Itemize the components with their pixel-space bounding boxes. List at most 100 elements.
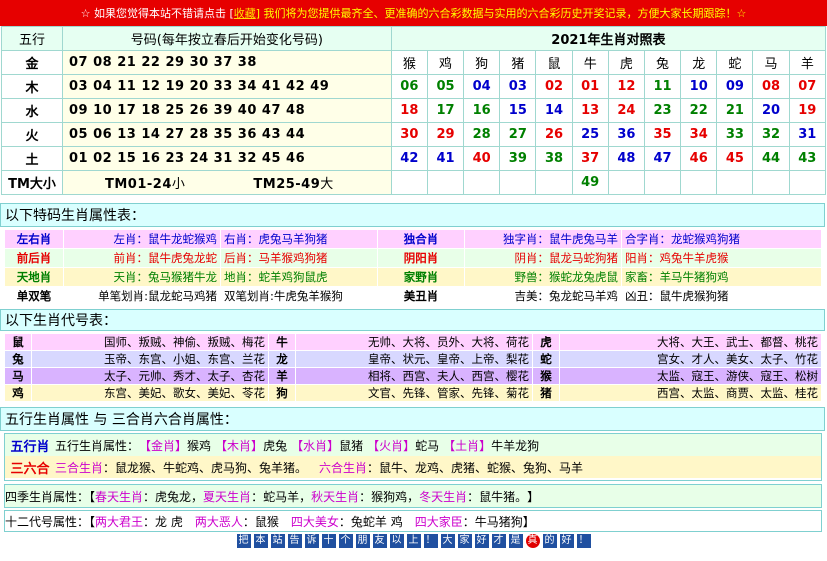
wuxing-tag: 【水肖】	[291, 438, 340, 453]
share-char: 告	[287, 534, 302, 548]
section-title-daihao: 以下生肖代号表：	[0, 309, 825, 331]
attr-label: 左右肖	[4, 229, 64, 249]
wuxing-sanhe-box: 五行肖 五行生肖属性： 【金肖】 猴鸡 【木肖】 虎兔 【水肖】 鼠猪 【火肖】 蛇马 …	[4, 433, 822, 481]
share-char: 朋	[355, 534, 370, 548]
attr-cell: 合字肖：龙蛇猴鸡狗猪	[621, 229, 822, 249]
attr-cell: 阴肖：鼠龙马蛇狗猪	[464, 248, 622, 268]
zodiac-name: 马	[4, 367, 32, 385]
share-char: 真	[525, 534, 540, 548]
year-number: 42	[390, 146, 428, 171]
table-row: 土 01 02 15 16 23 24 31 32 45 46 42 41 40 39 38…	[1, 146, 827, 171]
year-number: 04	[463, 74, 501, 99]
page: ☆ 如果您觉得本站不错请点击 [ 收藏 ] 我们将为您提供最齐全、更准确的六合彩…	[0, 0, 827, 561]
zodiac-name: 狗	[268, 384, 296, 402]
liuhe-tag: 六合生肖	[319, 460, 368, 475]
year-number: 33	[716, 122, 754, 147]
zodiac-cell: 鸡	[426, 50, 465, 75]
table-row: 单双笔 单笔划肖:鼠龙蛇马鸡猪 双笔划肖:牛虎兔羊猴狗 美丑肖 吉美：兔龙蛇马羊…	[4, 286, 822, 306]
daihao-cell: 大将、大王、武士、都督、桃花	[559, 333, 822, 351]
table-row: 木 03 04 11 12 19 20 33 34 41 42 49 06 05 04 0…	[1, 74, 827, 99]
wuxing-tag: 【土肖】	[443, 438, 492, 453]
share-char: ！	[576, 534, 591, 548]
wuxing-cell: 火	[1, 122, 63, 147]
share-char: 以	[389, 534, 404, 548]
year-number: 25	[571, 122, 609, 147]
tm-big-suffix: 大	[320, 177, 334, 192]
zhi-line: 十二代号属性：【 两大君王 ：龙 虎 两大恶人 ：鼠猴 四大美女 ：兔蛇羊 鸡 四大家…	[5, 511, 821, 531]
table-row: 左右肖 左肖：鼠牛龙蛇猴鸡 右肖：虎兔马羊狗猪 独合肖 独字肖：鼠牛虎兔马羊 合…	[4, 229, 822, 249]
year-number: 46	[680, 146, 718, 171]
wuxing-val: 虎兔	[263, 438, 288, 453]
wuxing-val: 鼠猪	[339, 438, 364, 453]
share-char: 好	[559, 534, 574, 548]
season-end: 】	[527, 489, 540, 504]
season-val: ：猴狗鸡，	[359, 489, 420, 504]
year-number: 38	[535, 146, 573, 171]
year-number: 48	[607, 146, 645, 171]
wuxing-tag: 【木肖】	[215, 438, 264, 453]
attr-cell: 单笔划肖:鼠龙蛇马鸡猪	[63, 286, 221, 306]
zhi-end: 】	[522, 514, 535, 529]
tm-small-suffix: 小	[171, 177, 186, 192]
year-number: 22	[680, 98, 718, 123]
season-val: ：蛇马羊，	[251, 489, 312, 504]
zodiac-cell: 狗	[463, 50, 501, 75]
zodiac-name: 猪	[532, 384, 560, 402]
table-header-row: 五行 号码(每年按立春后开始变化号码) 2021年生肖对照表	[1, 26, 827, 51]
year-number: 19	[788, 98, 827, 123]
year-number: 12	[607, 74, 645, 99]
zodiac-name: 蛇	[532, 350, 560, 368]
attr-cell: 阳肖：鸡兔牛羊虎猴	[621, 248, 822, 268]
year-number: 30	[390, 122, 428, 147]
year-number: 03	[499, 74, 537, 99]
wuxing-val: 猴鸡	[187, 438, 212, 453]
share-char: 诉	[304, 534, 319, 548]
section-title-attrs: 以下特码生肖属性表：	[0, 203, 825, 227]
liuhe-val: ：鼠牛、龙鸡、虎猪、蛇猴、兔狗、马羊	[367, 460, 584, 475]
year-number: 36	[607, 122, 645, 147]
year-number: 31	[788, 122, 827, 147]
attr-cell: 吉美：兔龙蛇马羊鸡	[464, 286, 622, 306]
numbers-cell: 05 06 13 14 27 28 35 36 43 44	[61, 122, 392, 147]
zhi-box: 十二代号属性：【 两大君王 ：龙 虎 两大恶人 ：鼠猴 四大美女 ：兔蛇羊 鸡 四大家…	[4, 510, 822, 532]
zhi-val: ：兔蛇羊 鸡	[338, 514, 403, 529]
sanhe-val: ：鼠龙猴、牛蛇鸡、虎马狗、兔羊猪。	[103, 460, 308, 475]
attr-cell: 天肖：兔马猴猪牛龙	[63, 267, 221, 287]
attr-cell: 家畜：羊马牛猪狗鸡	[621, 267, 822, 287]
daihao-cell: 太子、元帅、秀才、太子、杏花	[31, 367, 269, 385]
bookmark-link[interactable]: 收藏	[234, 5, 256, 21]
sanhe-label: 三六合	[10, 461, 50, 477]
year-number: 41	[426, 146, 465, 171]
share-char: 把	[236, 534, 251, 548]
wuxing-val: 牛羊龙狗	[491, 438, 540, 453]
share-char: 个	[338, 534, 353, 548]
attr-cell: 双笔划肖:牛虎兔羊猴狗	[220, 286, 378, 306]
attr-label: 独合肖	[377, 229, 465, 249]
wuxing-val: 蛇马	[415, 438, 440, 453]
table-row: 火 05 06 13 14 27 28 35 36 43 44 30 29 28 27 26…	[1, 122, 827, 147]
year-number: 02	[535, 74, 573, 99]
wuxing-tag: 【火肖】	[367, 438, 416, 453]
table-row: 鼠 国师、叛贼、神偷、叛贼、梅花 牛 无帅、大将、员外、大将、荷花 虎 大将、大…	[4, 333, 822, 351]
table-row: 马 太子、元帅、秀才、太子、杏花 羊 相将、西宫、夫人、西宫、樱花 猴 太监、寇…	[4, 367, 822, 385]
year-number-49: 49	[571, 170, 609, 195]
tm-label: TM大小	[1, 170, 63, 195]
table-row: 前后肖 前肖：鼠牛虎兔龙蛇 后肖：马羊猴鸡狗猪 阴阳肖 阴肖：鼠龙马蛇狗猪 阳肖…	[4, 248, 822, 268]
year-number: 10	[680, 74, 718, 99]
year-number: 47	[643, 146, 682, 171]
year-number: 37	[571, 146, 609, 171]
share-char: 家	[457, 534, 472, 548]
year-number: 39	[499, 146, 537, 171]
share-char: 好	[474, 534, 489, 548]
sanhe-line: 三六合 三合生肖 ：鼠龙猴、牛蛇鸡、虎马狗、兔羊猪。 六合生肖 ：鼠牛、龙鸡、虎猪、…	[5, 456, 821, 478]
zodiac-cell: 龙	[680, 50, 718, 75]
year-number: 01	[571, 74, 609, 99]
table-row: 天地肖 天肖：兔马猴猪牛龙 地肖：蛇羊鸡狗鼠虎 家野肖 野兽：猴蛇龙兔虎鼠 家畜…	[4, 267, 822, 287]
share-char: 的	[542, 534, 557, 548]
season-label: 四季生肖属性：【	[5, 489, 96, 504]
wuxing-cell: 土	[1, 146, 63, 171]
attr-cell: 右肖：虎兔马羊狗猪	[220, 229, 378, 249]
year-number: 18	[390, 98, 428, 123]
zodiac-number-table: 五行 号码(每年按立春后开始变化号码) 2021年生肖对照表 金 07 08 2…	[1, 26, 827, 195]
attr-label: 美丑肖	[377, 286, 465, 306]
